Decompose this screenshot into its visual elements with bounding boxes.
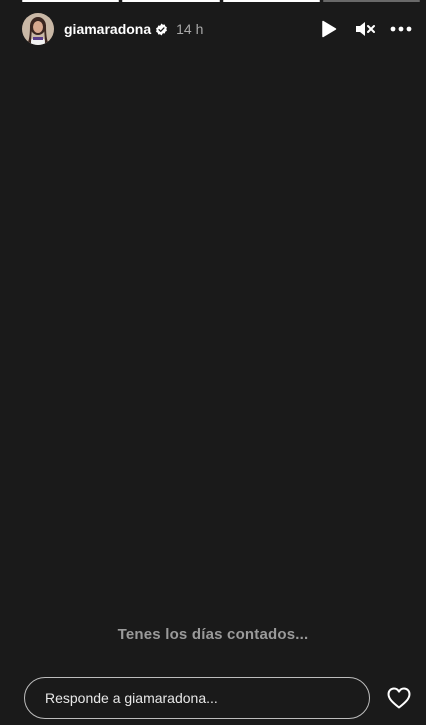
story-header: giamaradona 14 h: [22, 12, 412, 46]
heart-icon[interactable]: [386, 685, 412, 711]
more-icon[interactable]: [390, 18, 412, 40]
progress-segment: [22, 0, 120, 2]
mute-icon[interactable]: [354, 18, 376, 40]
play-icon[interactable]: [318, 18, 340, 40]
progress-segment: [322, 0, 420, 2]
reply-input[interactable]: [24, 677, 370, 719]
progress-segment: [122, 0, 220, 2]
verified-badge-icon: [155, 23, 168, 36]
story-progress-bar: [22, 0, 420, 2]
post-time: 14 h: [176, 21, 204, 37]
story-viewer: giamaradona 14 h Tenes los días contados…: [0, 0, 426, 725]
header-actions: [318, 18, 412, 40]
avatar[interactable]: [22, 13, 54, 45]
progress-segment: [222, 0, 320, 2]
story-caption: Tenes los días contados...: [117, 626, 309, 643]
username[interactable]: giamaradona: [64, 21, 151, 37]
story-footer: [24, 676, 412, 720]
